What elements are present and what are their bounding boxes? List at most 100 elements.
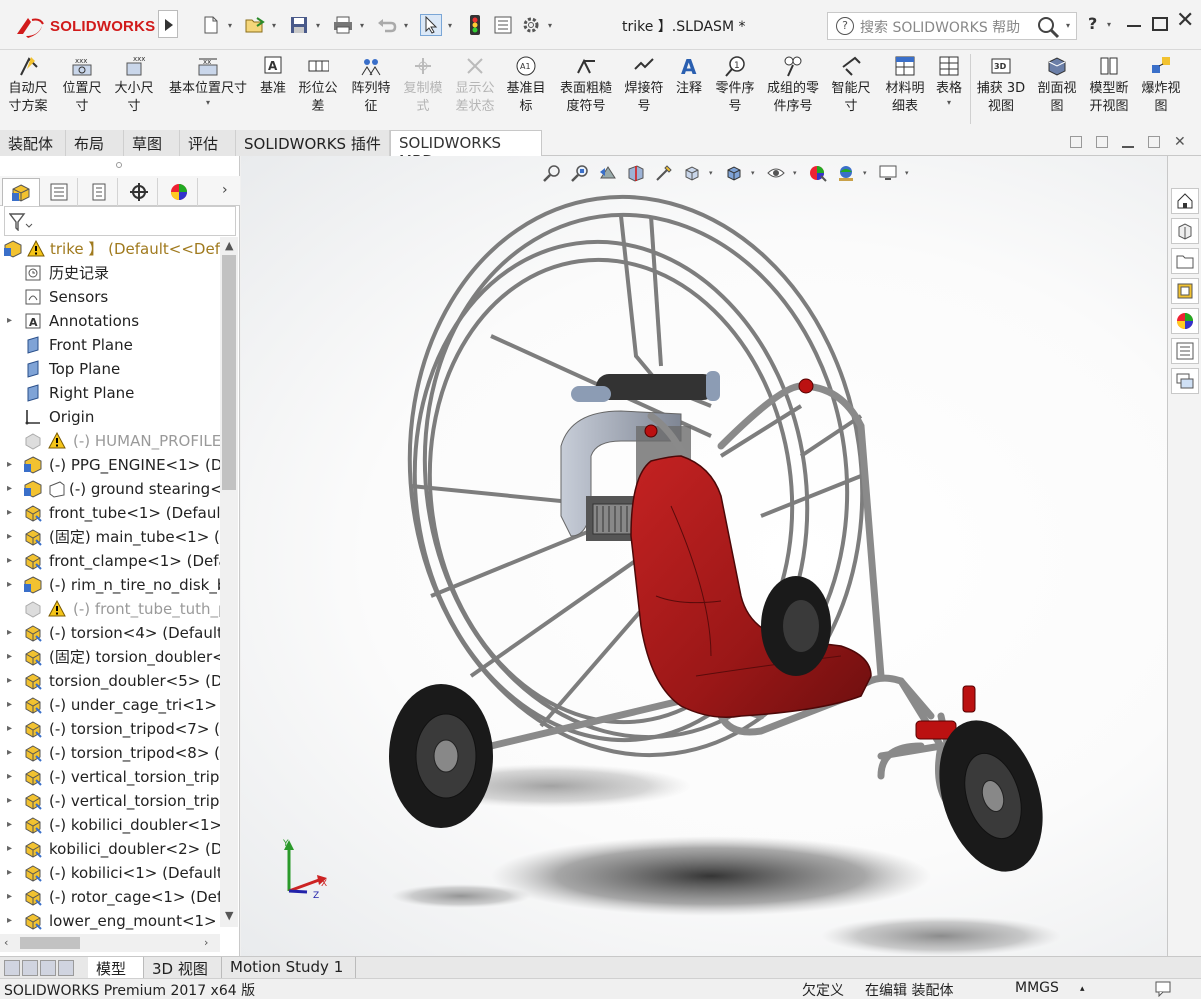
expand-chevron-icon[interactable]: ▸ xyxy=(7,669,12,693)
print-dropdown-icon[interactable]: ▾ xyxy=(360,21,370,30)
ribbon-button-auto-dimension[interactable]: 自动尺 寸方案 xyxy=(2,54,54,124)
tree-item[interactable]: ▸ (-) torsion_tripod<8> (D xyxy=(0,741,220,765)
trike-3d-model[interactable]: Y X Z xyxy=(241,156,1167,956)
expand-chevron-icon[interactable]: ▸ xyxy=(7,789,12,813)
viewport-restore-icon[interactable] xyxy=(1148,136,1160,148)
tree-item[interactable]: 历史记录 xyxy=(0,261,220,285)
ribbon-button-stacked-balloon[interactable]: 成组的零 件序号 xyxy=(762,54,824,124)
tree-vertical-scrollbar[interactable]: ▲ ▼ xyxy=(220,237,238,927)
tree-item[interactable]: ▸ (-) under_cage_tri<1> ( xyxy=(0,693,220,717)
expand-chevron-icon[interactable]: ▸ xyxy=(7,861,12,885)
viewport-right-icon[interactable] xyxy=(1096,136,1108,148)
scroll-right-icon[interactable]: › xyxy=(204,936,208,949)
tree-item[interactable]: ▸ (固定) torsion_doubler< xyxy=(0,645,220,669)
ribbon-dropdown-icon[interactable]: ▾ xyxy=(932,98,966,108)
tree-item[interactable]: ▸ (-) kobilici<1> (Default) xyxy=(0,861,220,885)
ribbon-button-model-break-view[interactable]: 模型断 开视图 xyxy=(1084,54,1134,124)
tree-item[interactable]: ▸ front_tube<1> (Default xyxy=(0,501,220,525)
panel-splitter-handle[interactable] xyxy=(116,162,122,168)
help-button[interactable]: ? xyxy=(1088,14,1097,33)
tab-layout[interactable]: 布局 xyxy=(66,130,124,156)
solidworks-logo[interactable]: SOLIDWORKS xyxy=(14,14,155,40)
save-dropdown-icon[interactable]: ▾ xyxy=(316,21,326,30)
tree-item[interactable]: ▸ (-) rotor_cage<1> (Defa xyxy=(0,885,220,909)
scroll-down-icon[interactable]: ▼ xyxy=(225,909,233,922)
solidworks-forum-icon[interactable] xyxy=(1171,368,1199,394)
expand-chevron-icon[interactable]: ▸ xyxy=(7,693,12,717)
status-units[interactable]: MMGS xyxy=(1015,980,1059,996)
ribbon-button-show-tolerance-status[interactable]: 显示公 差状态 xyxy=(450,54,500,124)
property-manager-tab-icon[interactable] xyxy=(40,178,78,206)
rebuild-traffic-light-icon[interactable] xyxy=(464,14,486,36)
tree-vertical-scroll-thumb[interactable] xyxy=(222,255,236,490)
tree-item[interactable]: ▸ (-) vertical_torsion_tripo xyxy=(0,765,220,789)
expand-chevron-icon[interactable]: ▸ xyxy=(7,453,12,477)
expand-chevron-icon[interactable]: ▸ xyxy=(7,309,12,333)
tab-model[interactable]: 模型 xyxy=(88,957,144,979)
options-dropdown-icon[interactable]: ▾ xyxy=(548,21,558,30)
tree-item[interactable]: ▸ (-) ground stearing< xyxy=(0,477,220,501)
open-dropdown-icon[interactable]: ▾ xyxy=(272,21,282,30)
tree-item[interactable]: ▸ (-) vertical_torsion_tripo xyxy=(0,789,220,813)
menu-expand-button[interactable] xyxy=(158,10,178,38)
file-properties-icon[interactable] xyxy=(492,14,514,36)
search-icon[interactable] xyxy=(1036,15,1062,39)
tree-item[interactable]: ▸ (-) PPG_ENGINE<1> (De xyxy=(0,453,220,477)
expand-chevron-icon[interactable]: ▸ xyxy=(7,813,12,837)
viewport-left-icon[interactable] xyxy=(1070,136,1082,148)
close-window-button[interactable]: ✕ xyxy=(1176,10,1194,32)
ribbon-button-location-dimension[interactable]: xxx 位置尺寸 xyxy=(58,54,106,124)
ribbon-button-geometric-tolerance[interactable]: 形位公差 xyxy=(294,54,342,124)
tree-item[interactable]: ▸ (固定) main_tube<1> (D xyxy=(0,525,220,549)
expand-chevron-icon[interactable]: ▸ xyxy=(7,837,12,861)
expand-chevron-icon[interactable]: ▸ xyxy=(7,741,12,765)
ribbon-button-copy-scheme[interactable]: 复制模式 xyxy=(398,54,448,124)
ribbon-dropdown-icon[interactable]: ▾ xyxy=(162,98,254,108)
ribbon-button-note[interactable]: A 注释 xyxy=(672,54,706,124)
print-icon[interactable] xyxy=(332,14,354,36)
tree-root-assembly[interactable]: trike 】 (Default<<Defa xyxy=(0,237,220,261)
minimize-window-button[interactable] xyxy=(1125,12,1143,32)
tab-motion-study[interactable]: Motion Study 1 xyxy=(222,957,356,979)
configuration-manager-tab-icon[interactable] xyxy=(80,178,118,206)
solidworks-resources-home-icon[interactable] xyxy=(1171,188,1199,214)
view-palette-icon[interactable] xyxy=(1171,278,1199,304)
tree-item[interactable]: ▸ front_clampe<1> (Defa xyxy=(0,549,220,573)
tree-item[interactable]: Right Plane xyxy=(0,381,220,405)
save-icon[interactable] xyxy=(288,14,310,36)
ribbon-button-balloon[interactable]: 1 零件序号 xyxy=(710,54,760,124)
ribbon-button-pattern-feature[interactable]: 阵列特征 xyxy=(346,54,396,124)
tree-item[interactable]: Sensors xyxy=(0,285,220,309)
tab-evaluate[interactable]: 评估 xyxy=(180,130,236,156)
tree-item[interactable]: ▸ (-) torsion<4> (Default) xyxy=(0,621,220,645)
next-tab-nav-icon[interactable] xyxy=(40,960,56,976)
expand-chevron-icon[interactable]: ▸ xyxy=(7,621,12,645)
ribbon-button-section-view[interactable]: 剖面视图 xyxy=(1032,54,1082,124)
tree-item[interactable]: Front Plane xyxy=(0,333,220,357)
tab-solidworks-addins[interactable]: SOLIDWORKS 插件 xyxy=(236,130,390,156)
undo-icon[interactable] xyxy=(376,14,398,36)
tab-solidworks-mbd[interactable]: SOLIDWORKS MBD xyxy=(390,130,542,170)
scroll-left-icon[interactable]: ‹ xyxy=(4,936,8,949)
ribbon-button-exploded-view[interactable]: 爆炸视图 xyxy=(1136,54,1186,124)
display-manager-tab-icon[interactable] xyxy=(160,178,198,206)
tree-filter-input[interactable] xyxy=(4,206,236,236)
tree-item[interactable]: Origin xyxy=(0,405,220,429)
help-dropdown-icon[interactable]: ▾ xyxy=(1107,20,1111,29)
prev-tab-nav-icon[interactable] xyxy=(22,960,38,976)
more-tabs-chevron-icon[interactable]: › xyxy=(222,182,228,198)
expand-chevron-icon[interactable]: ▸ xyxy=(7,573,12,597)
maximize-window-button[interactable] xyxy=(1152,17,1168,31)
quick-tips-icon[interactable] xyxy=(1155,981,1173,997)
expand-chevron-icon[interactable]: ▸ xyxy=(7,549,12,573)
feature-manager-tab-icon[interactable] xyxy=(2,178,40,206)
tree-item[interactable]: (-) front_tube_tuth_p xyxy=(0,597,220,621)
ribbon-button-datum-target[interactable]: A1 基准目标 xyxy=(502,54,550,124)
tree-item[interactable]: ▸ A Annotations xyxy=(0,309,220,333)
ribbon-button-table[interactable]: 表格 ▾ xyxy=(932,54,966,124)
ribbon-button-bill-of-materials[interactable]: 材料明 细表 xyxy=(880,54,930,124)
select-dropdown-icon[interactable]: ▾ xyxy=(448,21,458,30)
tab-assembly[interactable]: 装配体 xyxy=(0,130,66,156)
open-document-icon[interactable] xyxy=(244,14,266,36)
last-tab-nav-icon[interactable] xyxy=(58,960,74,976)
